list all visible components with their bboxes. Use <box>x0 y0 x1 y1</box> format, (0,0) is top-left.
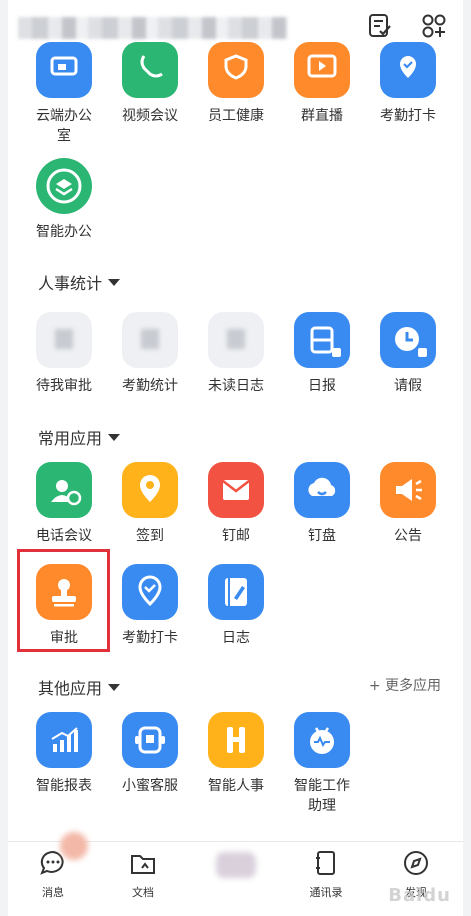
app-label: 钉盘 <box>308 528 336 544</box>
app-smart-hr[interactable]: 智能人事 <box>193 712 279 796</box>
document-folder-icon <box>131 855 155 874</box>
section-title: 常用应用 <box>38 429 103 448</box>
blurred-badge <box>60 832 88 860</box>
tab-contacts[interactable]: 通讯录 <box>286 848 366 900</box>
todo-list-icon[interactable] <box>366 12 394 40</box>
section-common-apps[interactable]: 常用应用 <box>38 425 121 449</box>
caret-down-icon <box>108 433 121 441</box>
mail-icon <box>208 462 264 518</box>
notebook-icon <box>208 564 264 620</box>
app-label-line1: 智能工作 <box>294 778 350 794</box>
health-shield-icon <box>208 42 264 98</box>
app-label: 智能人事 <box>208 778 264 794</box>
app-label: 考勤统计 <box>122 378 178 394</box>
section-hr-stats[interactable]: 人事统计 <box>38 270 121 294</box>
compass-icon <box>404 851 428 875</box>
app-smart-assistant[interactable]: 智能工作 助理 <box>279 712 365 816</box>
app-label-line2: 助理 <box>308 798 336 814</box>
app-pending-approval[interactable]: 待我审批 <box>21 312 107 396</box>
app-attendance-stats[interactable]: 考勤统计 <box>107 312 193 396</box>
app-cloud-office[interactable]: 云端办公室 <box>21 42 107 146</box>
app-label: 智能工作 助理 <box>279 776 365 816</box>
app-ding-mail[interactable]: 钉邮 <box>193 462 279 546</box>
app-attendance-checkin[interactable]: 考勤打卡 <box>365 42 451 126</box>
app-video-conference[interactable]: 视频会议 <box>107 42 193 126</box>
blurred-org-title <box>18 17 288 39</box>
workbench-page: 云端办公室 视频会议 员工健康 群直播 考勤打卡 智能办公 人事统计 待我审批 … <box>8 0 463 916</box>
section-title: 人事统计 <box>38 274 103 293</box>
app-label: 员工健康 <box>208 108 264 124</box>
layers-icon <box>36 158 92 214</box>
app-ding-drive[interactable]: 钉盘 <box>279 462 365 546</box>
app-phone-conference[interactable]: 电话会议 <box>21 462 107 546</box>
blurred-icon <box>216 852 256 878</box>
app-xiaomi-service[interactable]: 小蜜客服 <box>107 712 193 796</box>
location-check-icon <box>380 42 436 98</box>
app-label: 钉邮 <box>222 528 250 544</box>
h-letter-icon <box>208 712 264 768</box>
app-label: 公告 <box>394 528 422 544</box>
blurred-icon <box>122 312 178 368</box>
app-label: 云端办公室 <box>36 108 92 144</box>
section-other-apps[interactable]: 其他应用 <box>38 675 121 699</box>
phone-conference-icon <box>36 462 92 518</box>
blurred-icon <box>36 312 92 368</box>
baidu-watermark: Baidu <box>388 885 451 906</box>
checkin-pin-icon <box>122 462 178 518</box>
app-smart-report[interactable]: 智能报表 <box>21 712 107 796</box>
tab-label: 文档 <box>132 886 154 899</box>
live-play-icon <box>294 42 350 98</box>
app-label: 签到 <box>136 528 164 544</box>
app-label: 智能办公 <box>36 224 92 240</box>
app-label: 智能报表 <box>36 778 92 794</box>
bottom-tab-bar: 消息 文档 通讯录 发现 Baidu <box>8 832 463 916</box>
bar-chart-icon <box>36 712 92 768</box>
tab-workbench[interactable] <box>196 848 276 878</box>
app-label: 待我审批 <box>36 378 92 394</box>
app-smart-office[interactable]: 智能办公 <box>21 158 107 242</box>
app-label: 日志 <box>222 630 250 646</box>
app-work-log[interactable]: 日志 <box>193 564 279 648</box>
app-label: 电话会议 <box>36 528 92 544</box>
app-grid-icon[interactable] <box>420 12 448 40</box>
app-label: 未读日志 <box>208 378 264 394</box>
app-announcement[interactable]: 公告 <box>365 462 451 546</box>
app-label: 视频会议 <box>122 108 178 124</box>
app-group-live[interactable]: 群直播 <box>279 42 365 126</box>
tab-label: 消息 <box>42 886 64 899</box>
caret-down-icon <box>108 683 121 691</box>
app-label: 群直播 <box>301 108 343 124</box>
video-call-icon <box>122 42 178 98</box>
app-unread-logs[interactable]: 未读日志 <box>193 312 279 396</box>
more-apps-link[interactable]: + 更多应用 <box>369 675 441 695</box>
megaphone-icon <box>380 462 436 518</box>
daily-report-icon <box>294 312 350 368</box>
contacts-icon <box>316 851 335 875</box>
app-attendance-checkin-2[interactable]: 考勤打卡 <box>107 564 193 648</box>
app-label: 小蜜客服 <box>122 778 178 794</box>
app-employee-health[interactable]: 员工健康 <box>193 42 279 126</box>
clock-icon <box>380 312 436 368</box>
customer-service-icon <box>122 712 178 768</box>
app-leave-request[interactable]: 请假 <box>365 312 451 396</box>
app-label: 考勤打卡 <box>122 630 178 646</box>
blurred-icon <box>208 312 264 368</box>
tab-documents[interactable]: 文档 <box>103 848 183 900</box>
app-label: 请假 <box>394 378 422 394</box>
robot-assistant-icon <box>294 712 350 768</box>
app-label: 日报 <box>308 378 336 394</box>
location-check-icon <box>122 564 178 620</box>
app-daily-report[interactable]: 日报 <box>279 312 365 396</box>
tab-label: 通讯录 <box>309 886 343 899</box>
app-sign-in[interactable]: 签到 <box>107 462 193 546</box>
section-title: 其他应用 <box>38 679 103 698</box>
cloud-office-icon <box>36 42 92 98</box>
app-label: 考勤打卡 <box>380 108 436 124</box>
highlight-box <box>17 549 110 652</box>
caret-down-icon <box>108 278 121 286</box>
cloud-drive-icon <box>294 462 350 518</box>
